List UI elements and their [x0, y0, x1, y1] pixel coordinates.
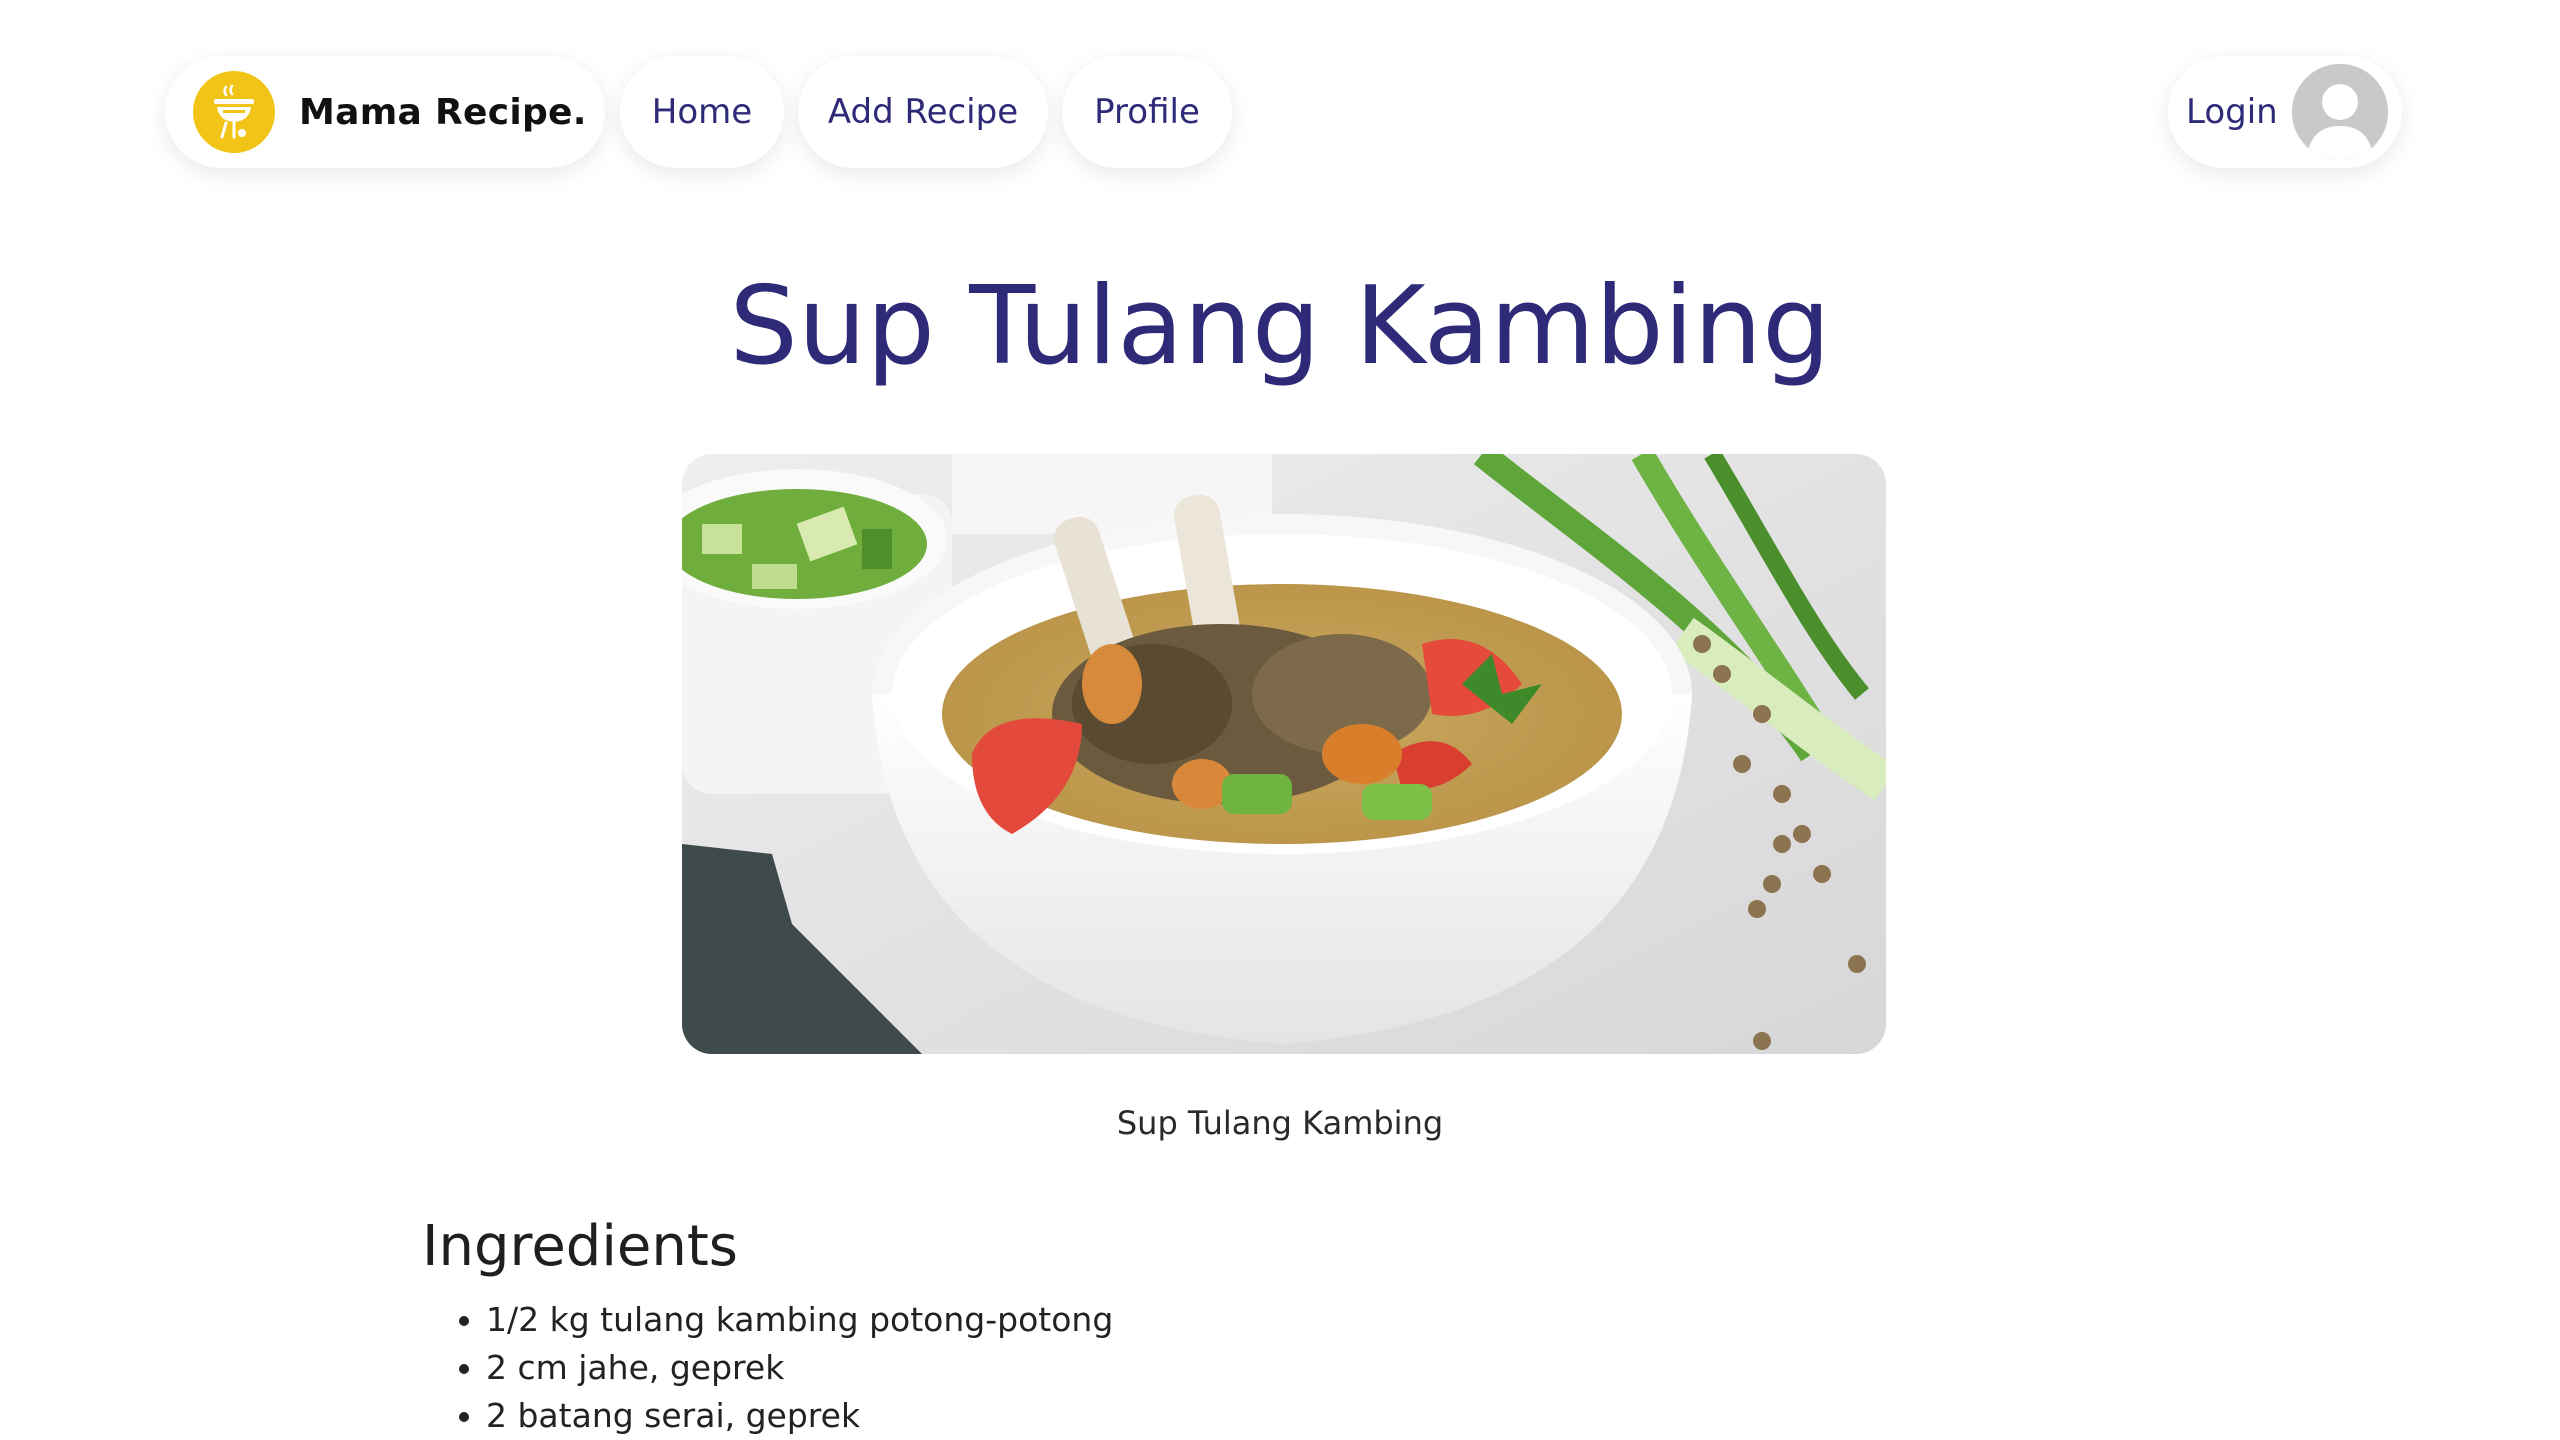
- recipe-image: [682, 454, 1886, 1054]
- login-label: Login: [2186, 92, 2278, 132]
- recipe-page: Mama Recipe. Home Add Recipe Profile Log…: [0, 0, 2560, 1440]
- brand[interactable]: Mama Recipe.: [165, 56, 605, 168]
- ingredient-item: 2 cm jahe, geprek: [486, 1344, 1113, 1392]
- ingredients-heading: Ingredients: [422, 1214, 738, 1279]
- user-avatar-icon[interactable]: [2292, 64, 2388, 160]
- grill-icon: [193, 71, 275, 153]
- ingredient-item: 1/2 kg tulang kambing potong-potong: [486, 1296, 1113, 1344]
- ingredients-list: 1/2 kg tulang kambing potong-potong 2 cm…: [422, 1296, 1113, 1440]
- nav-add-recipe-link[interactable]: Add Recipe: [798, 56, 1048, 168]
- image-caption: Sup Tulang Kambing: [1116, 1104, 1444, 1142]
- nav-home-link[interactable]: Home: [620, 56, 784, 168]
- ingredient-item: 2 batang serai, geprek: [486, 1392, 1113, 1440]
- login-button[interactable]: Login: [2168, 56, 2402, 168]
- brand-name: Mama Recipe.: [299, 91, 587, 133]
- page-title: Sup Tulang Kambing: [729, 264, 1831, 389]
- nav-profile-link[interactable]: Profile: [1062, 56, 1232, 168]
